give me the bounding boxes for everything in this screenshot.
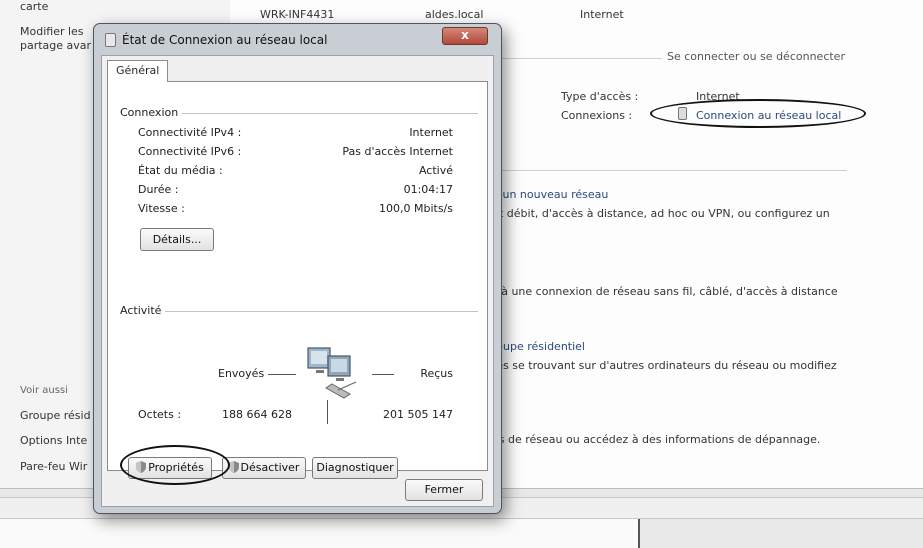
sidebar-link-internet-options[interactable]: Options Inte bbox=[20, 434, 87, 447]
see-also-heading: Voir aussi bbox=[20, 385, 68, 396]
domain-name: aldes.local bbox=[425, 8, 484, 21]
connect-network-description: s à une connexion de réseau sans fil, câ… bbox=[492, 285, 838, 298]
uac-shield-icon bbox=[228, 461, 239, 473]
close-window-button[interactable]: x bbox=[442, 27, 488, 45]
speed-value: 100,0 Mbits/s bbox=[379, 202, 453, 215]
dialog-body: Général Connexion Connectivité IPv4 : In… bbox=[101, 55, 494, 507]
computer-name: WRK-INF4431 bbox=[260, 8, 335, 21]
bytes-received-value: 201 505 147 bbox=[383, 408, 453, 421]
diagnose-button[interactable]: Diagnostiquer bbox=[312, 457, 398, 479]
connections-label: Connexions : bbox=[561, 109, 633, 122]
close-button[interactable]: Fermer bbox=[405, 479, 483, 501]
sidebar-link-homegroup[interactable]: Groupe résid bbox=[20, 409, 91, 422]
activity-group-title: Activité bbox=[120, 304, 166, 317]
sent-line bbox=[268, 374, 296, 375]
duration-label: Durée : bbox=[138, 183, 179, 196]
connection-status-dialog: État de Connexion au réseau local x Géné… bbox=[93, 23, 502, 514]
disable-button[interactable]: Désactiver bbox=[222, 457, 306, 479]
network-computers-icon bbox=[307, 347, 357, 399]
sidebar-carte-text[interactable]: carte bbox=[20, 0, 48, 13]
close-icon: x bbox=[461, 28, 469, 42]
highlight-circle-connection bbox=[650, 99, 866, 128]
section-divider bbox=[502, 58, 662, 59]
connect-disconnect-link[interactable]: Se connecter ou se déconnecter bbox=[667, 50, 845, 63]
bytes-separator bbox=[327, 400, 328, 424]
ipv4-value: Internet bbox=[409, 126, 453, 139]
new-network-link[interactable]: u un nouveau réseau bbox=[492, 188, 608, 201]
network-adapter-icon bbox=[105, 33, 116, 47]
disable-button-label: Désactiver bbox=[240, 461, 300, 474]
internet-label: Internet bbox=[580, 8, 624, 21]
media-state-label: État du média : bbox=[138, 164, 223, 177]
activity-group-line bbox=[120, 311, 478, 312]
ipv6-label: Connectivité IPv6 : bbox=[138, 145, 242, 158]
connexion-group-title: Connexion bbox=[120, 106, 183, 119]
ipv6-value: Pas d'accès Internet bbox=[342, 145, 453, 158]
sidebar-modify-sharing-link[interactable]: Modifier les bbox=[20, 25, 84, 38]
new-network-description: ut débit, d'accès à distance, ad hoc ou … bbox=[492, 207, 830, 220]
received-label: Reçus bbox=[420, 367, 453, 380]
tab-general[interactable]: Général bbox=[107, 60, 169, 82]
ipv4-label: Connectivité IPv4 : bbox=[138, 126, 242, 139]
troubleshoot-description: es de réseau ou accédez à des informatio… bbox=[492, 433, 821, 446]
dialog-title: État de Connexion au réseau local bbox=[122, 33, 328, 47]
received-line bbox=[372, 374, 394, 375]
sent-label: Envoyés bbox=[218, 367, 265, 380]
homegroup-description: tes se trouvant sur d'autres ordinateurs… bbox=[492, 359, 837, 372]
bytes-sent-value: 188 664 628 bbox=[222, 408, 292, 421]
access-type-label: Type d'accès : bbox=[561, 90, 639, 103]
general-tab-panel: Connexion Connectivité IPv4 : Internet C… bbox=[107, 81, 488, 485]
duration-value: 01:04:17 bbox=[403, 183, 453, 196]
details-button[interactable]: Détails... bbox=[140, 228, 214, 251]
bytes-label: Octets : bbox=[138, 408, 182, 421]
media-state-value: Activé bbox=[418, 164, 453, 177]
highlight-circle-properties bbox=[120, 445, 230, 485]
sidebar-modify-sharing-link-line2[interactable]: partage avar bbox=[20, 39, 91, 52]
speed-label: Vitesse : bbox=[138, 202, 185, 215]
homegroup-link[interactable]: roupe résidentiel bbox=[492, 340, 585, 353]
sidebar-link-firewall[interactable]: Pare-feu Wir bbox=[20, 460, 87, 473]
bottom-panel bbox=[0, 519, 640, 548]
section-divider-2 bbox=[502, 170, 847, 171]
